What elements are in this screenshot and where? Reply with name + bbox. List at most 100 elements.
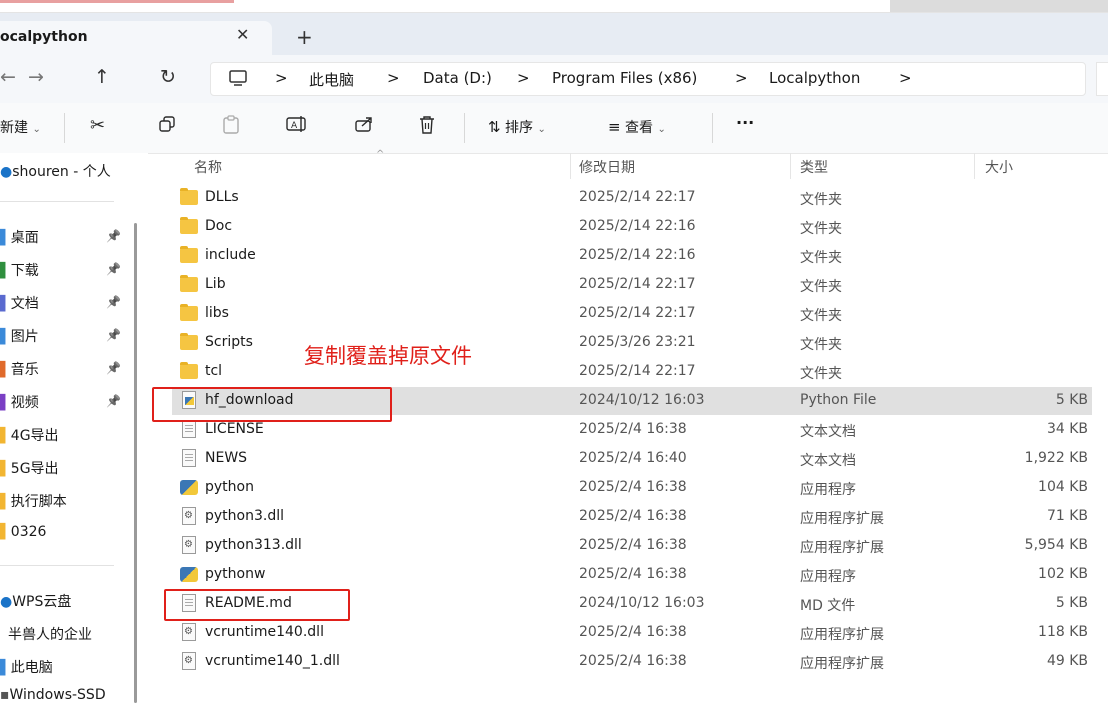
sidebar-item-quick[interactable]: ▌视频 — [0, 392, 39, 412]
refresh-icon[interactable]: ↻ — [160, 66, 176, 88]
sidebar-item-onedrive[interactable]: ●shouren - 个人 — [0, 161, 111, 181]
more-options-button[interactable]: ··· — [736, 113, 754, 132]
pin-icon[interactable]: 📌 — [106, 229, 121, 243]
breadcrumb-separator[interactable]: > — [899, 69, 912, 87]
search-input[interactable] — [1096, 62, 1108, 96]
file-type: 文件夹 — [800, 337, 842, 353]
sidebar-item-label: WPS云盘 — [12, 594, 72, 610]
breadcrumb-program-files[interactable]: Program Files (x86) — [552, 69, 697, 87]
file-row[interactable]: include 2025/2/14 22:16 文件夹 — [172, 242, 1092, 270]
file-row[interactable]: libs 2025/2/14 22:17 文件夹 — [172, 300, 1092, 328]
file-name: tcl — [205, 363, 223, 379]
file-row[interactable]: python313.dll 2025/2/4 16:38 应用程序扩展 5,954 K… — [172, 532, 1092, 560]
tab-bar: ocalpython ✕ + — [0, 13, 1108, 55]
file-type: 应用程序 — [800, 482, 856, 498]
folder-icon — [180, 246, 198, 263]
sort-button[interactable]: ⇅ 排序 ⌄ — [488, 117, 546, 137]
sidebar-item-quick[interactable]: ▌4G导出 — [0, 425, 59, 445]
new-button[interactable]: 新建 ⌄ — [0, 117, 41, 137]
file-type: Python File — [800, 392, 877, 408]
sidebar-item-wps[interactable]: ●WPS云盘 — [0, 591, 71, 611]
file-name: python313.dll — [205, 537, 302, 553]
sidebar-item-quick[interactable]: ▌执行脚本 — [0, 491, 67, 511]
view-button[interactable]: ≡ 查看 ⌄ — [608, 117, 666, 137]
tab-localpython[interactable]: ocalpython ✕ — [0, 21, 272, 55]
file-date: 2025/2/14 22:16 — [579, 218, 696, 234]
folder-icon: ▌ — [0, 428, 11, 444]
file-type: 文件夹 — [800, 250, 842, 266]
file-row[interactable]: DLLs 2025/2/14 22:17 文件夹 — [172, 184, 1092, 212]
back-arrow-icon[interactable]: ← — [0, 66, 16, 88]
file-date: 2025/2/4 16:38 — [579, 508, 687, 524]
file-type: 应用程序扩展 — [800, 540, 884, 556]
file-size: 104 KB — [1038, 479, 1088, 495]
sort-indicator-icon: ^ — [376, 149, 385, 160]
sidebar-scrollbar[interactable] — [134, 223, 137, 703]
file-row[interactable]: Doc 2025/2/14 22:16 文件夹 — [172, 213, 1092, 241]
column-header-size[interactable]: 大小 — [985, 157, 1013, 177]
sidebar-item-this-pc[interactable]: ▌此电脑 — [0, 657, 53, 677]
delete-icon[interactable] — [418, 115, 436, 140]
sidebar-item-label: 音乐 — [10, 362, 39, 378]
tab-title: ocalpython — [0, 29, 88, 45]
pin-icon[interactable]: 📌 — [106, 328, 121, 342]
sidebar-item-label: 执行脚本 — [10, 494, 67, 510]
file-row[interactable]: NEWS 2025/2/4 16:40 文本文档 1,922 KB — [172, 445, 1092, 473]
file-date: 2025/2/4 16:38 — [579, 653, 687, 669]
sort-icon: ⇅ — [488, 118, 501, 136]
file-row[interactable]: python3.dll 2025/2/4 16:38 应用程序扩展 71 KB — [172, 503, 1092, 531]
column-header-date[interactable]: 修改日期 — [579, 157, 635, 177]
folder-icon — [180, 188, 198, 205]
breadcrumb-data-d[interactable]: Data (D:) — [423, 69, 492, 87]
close-icon[interactable]: ✕ — [236, 25, 249, 44]
file-date: 2025/2/4 16:40 — [579, 450, 687, 466]
file-row[interactable]: Lib 2025/2/14 22:17 文件夹 — [172, 271, 1092, 299]
folder-icon — [180, 333, 198, 350]
pin-icon[interactable]: 📌 — [106, 394, 121, 408]
cut-icon[interactable]: ✂ — [90, 115, 105, 136]
sidebar-item-quick[interactable]: ▌5G导出 — [0, 458, 59, 478]
file-size: 34 KB — [1046, 421, 1088, 437]
text-document-icon — [182, 449, 196, 467]
rename-icon[interactable]: A — [286, 115, 308, 138]
file-type: 文本文档 — [800, 424, 856, 440]
file-row[interactable]: pythonw 2025/2/4 16:38 应用程序 102 KB — [172, 561, 1092, 589]
sidebar-item-quick[interactable]: ▌音乐 — [0, 359, 39, 379]
column-divider[interactable] — [570, 153, 571, 179]
library-folder-icon: ▌ — [0, 263, 11, 279]
sidebar-item-quick[interactable]: ▌0326 — [0, 524, 46, 540]
column-divider[interactable] — [974, 153, 975, 179]
column-header-name[interactable]: 名称 — [194, 157, 222, 177]
folder-icon — [180, 217, 198, 234]
copy-icon[interactable] — [158, 115, 176, 138]
new-tab-button[interactable]: + — [296, 25, 313, 49]
sidebar-item-quick[interactable]: ▌下载 — [0, 260, 39, 280]
file-type: 应用程序扩展 — [800, 656, 884, 672]
breadcrumb-this-pc[interactable]: 此电脑 — [309, 69, 354, 90]
address-bar[interactable]: > 此电脑 > Data (D:) > Program Files (x86) … — [210, 62, 1086, 96]
column-divider[interactable] — [790, 153, 791, 179]
file-type: 应用程序 — [800, 569, 856, 585]
pin-icon[interactable]: 📌 — [106, 262, 121, 276]
file-row[interactable]: vcruntime140.dll 2025/2/4 16:38 应用程序扩展 118 … — [172, 619, 1092, 647]
sidebar-item-quick[interactable]: ▌桌面 — [0, 227, 39, 247]
column-header-type[interactable]: 类型 — [800, 157, 828, 177]
breadcrumb-localpython[interactable]: Localpython — [769, 69, 860, 87]
share-icon[interactable] — [354, 115, 374, 138]
file-row[interactable]: vcruntime140_1.dll 2025/2/4 16:38 应用程序扩展 49… — [172, 648, 1092, 676]
sidebar-item-quick[interactable]: ▌图片 — [0, 326, 39, 346]
paste-icon[interactable] — [222, 115, 240, 140]
file-name: pythonw — [205, 566, 266, 582]
sidebar-item-quick[interactable]: ▌文档 — [0, 293, 39, 313]
file-row[interactable]: python 2025/2/4 16:38 应用程序 104 KB — [172, 474, 1092, 502]
up-arrow-icon[interactable]: ↑ — [94, 66, 110, 88]
pin-icon[interactable]: 📌 — [106, 361, 121, 375]
sidebar-item-drive[interactable]: ▪Windows-SSD — [0, 687, 106, 703]
file-size: 1,922 KB — [1024, 450, 1088, 466]
sidebar-item-label: 文档 — [10, 296, 39, 312]
sidebar-item-enterprise[interactable]: 半兽人的企业 — [8, 624, 92, 644]
pin-icon[interactable]: 📌 — [106, 295, 121, 309]
forward-arrow-icon[interactable]: → — [28, 66, 44, 88]
file-date: 2025/2/4 16:38 — [579, 479, 687, 495]
file-name: python — [205, 479, 254, 495]
